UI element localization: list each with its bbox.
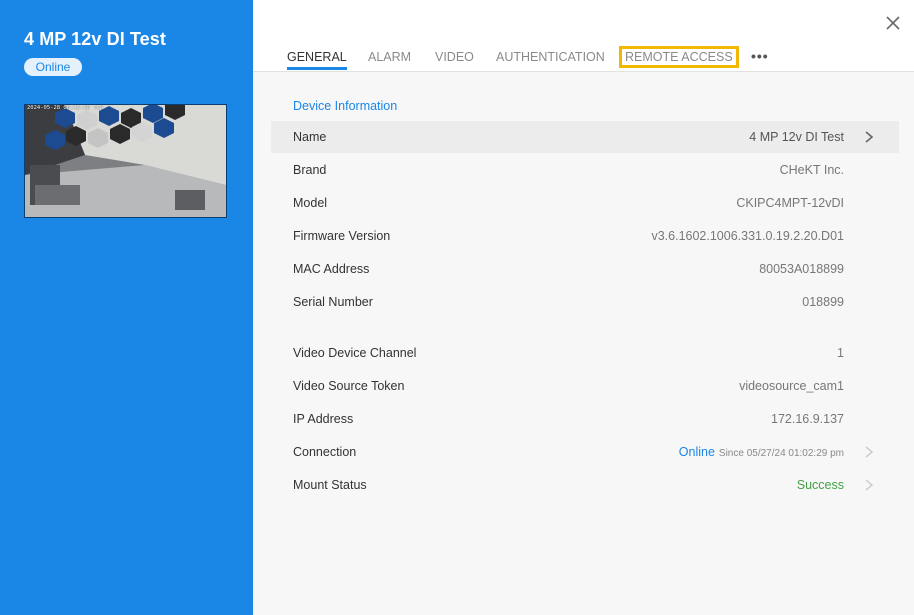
row-value: CKIPC4MPT-12vDI	[736, 196, 844, 210]
tab-video[interactable]: VIDEO	[435, 49, 474, 65]
row-video-device-channel: Video Device Channel 1	[271, 337, 899, 369]
row-value: CHeKT Inc.	[779, 163, 844, 177]
device-sidebar: 4 MP 12v DI Test Online 2024-05-28 08:43…	[0, 0, 253, 615]
row-label: Model	[293, 196, 328, 210]
row-value: Success	[796, 478, 844, 492]
camera-thumbnail[interactable]: 2024-05-28 08:43:20 Tue	[24, 104, 227, 218]
chevron-right-icon	[865, 446, 874, 458]
row-firmware: Firmware Version v3.6.1602.1006.331.0.19…	[271, 220, 899, 252]
camera-title: 4 MP 12v DI Test	[24, 29, 166, 49]
tab-general[interactable]: GENERAL	[287, 49, 347, 70]
row-mount-status[interactable]: Mount Status Success	[271, 469, 899, 501]
row-label: Firmware Version	[293, 229, 391, 243]
row-video-source-token: Video Source Token videosource_cam1	[271, 370, 899, 402]
row-value: v3.6.1602.1006.331.0.19.2.20.D01	[651, 229, 844, 243]
timestamp-overlay: 2024-05-28 08:43:20 Tue	[27, 105, 104, 111]
row-label: IP Address	[293, 412, 354, 426]
row-value: 018899	[802, 295, 844, 309]
row-value: videosource_cam1	[739, 379, 844, 393]
close-button[interactable]	[883, 13, 903, 33]
section-title: Device Information	[293, 99, 398, 113]
camera-preview-image	[25, 105, 226, 217]
close-icon	[886, 16, 900, 30]
row-brand: Brand CHeKT Inc.	[271, 154, 899, 186]
more-icon[interactable]: •••	[751, 49, 769, 63]
row-mac-address: MAC Address 80053A018899	[271, 253, 899, 285]
row-model: Model CKIPC4MPT-12vDI	[271, 187, 899, 219]
chevron-right-icon	[865, 479, 874, 491]
tab-remote-access[interactable]: REMOTE ACCESS	[619, 46, 739, 68]
status-badge: Online	[24, 58, 82, 76]
row-value: Online Since 05/27/24 01:02:29 pm	[679, 445, 844, 459]
connection-since: Since 05/27/24 01:02:29 pm	[718, 448, 844, 459]
row-label: Brand	[293, 163, 327, 177]
row-label: Name	[293, 130, 327, 144]
tab-authentication[interactable]: AUTHENTICATION	[496, 49, 605, 65]
detail-header: GENERAL ALARM VIDEO AUTHENTICATION REMOT…	[253, 0, 914, 72]
row-connection[interactable]: Connection Online Since 05/27/24 01:02:29…	[271, 436, 899, 468]
row-label: Video Device Channel	[293, 346, 417, 360]
row-value: 80053A018899	[759, 262, 844, 276]
detail-panel: GENERAL ALARM VIDEO AUTHENTICATION REMOT…	[253, 0, 914, 615]
row-value: 172.16.9.137	[771, 412, 844, 426]
row-label: Video Source Token	[293, 379, 405, 393]
row-value: 1	[837, 346, 844, 360]
row-label: Serial Number	[293, 295, 373, 309]
row-value: 4 MP 12v DI Test	[749, 130, 844, 144]
chevron-right-icon	[865, 131, 874, 143]
tab-alarm[interactable]: ALARM	[368, 49, 411, 65]
row-serial-number: Serial Number 018899	[271, 286, 899, 318]
row-name[interactable]: Name 4 MP 12v DI Test	[271, 121, 899, 153]
row-label: Connection	[293, 445, 357, 459]
row-ip-address: IP Address 172.16.9.137	[271, 403, 899, 435]
row-label: MAC Address	[293, 262, 370, 276]
row-label: Mount Status	[293, 478, 367, 492]
connection-status: Online	[678, 445, 715, 459]
